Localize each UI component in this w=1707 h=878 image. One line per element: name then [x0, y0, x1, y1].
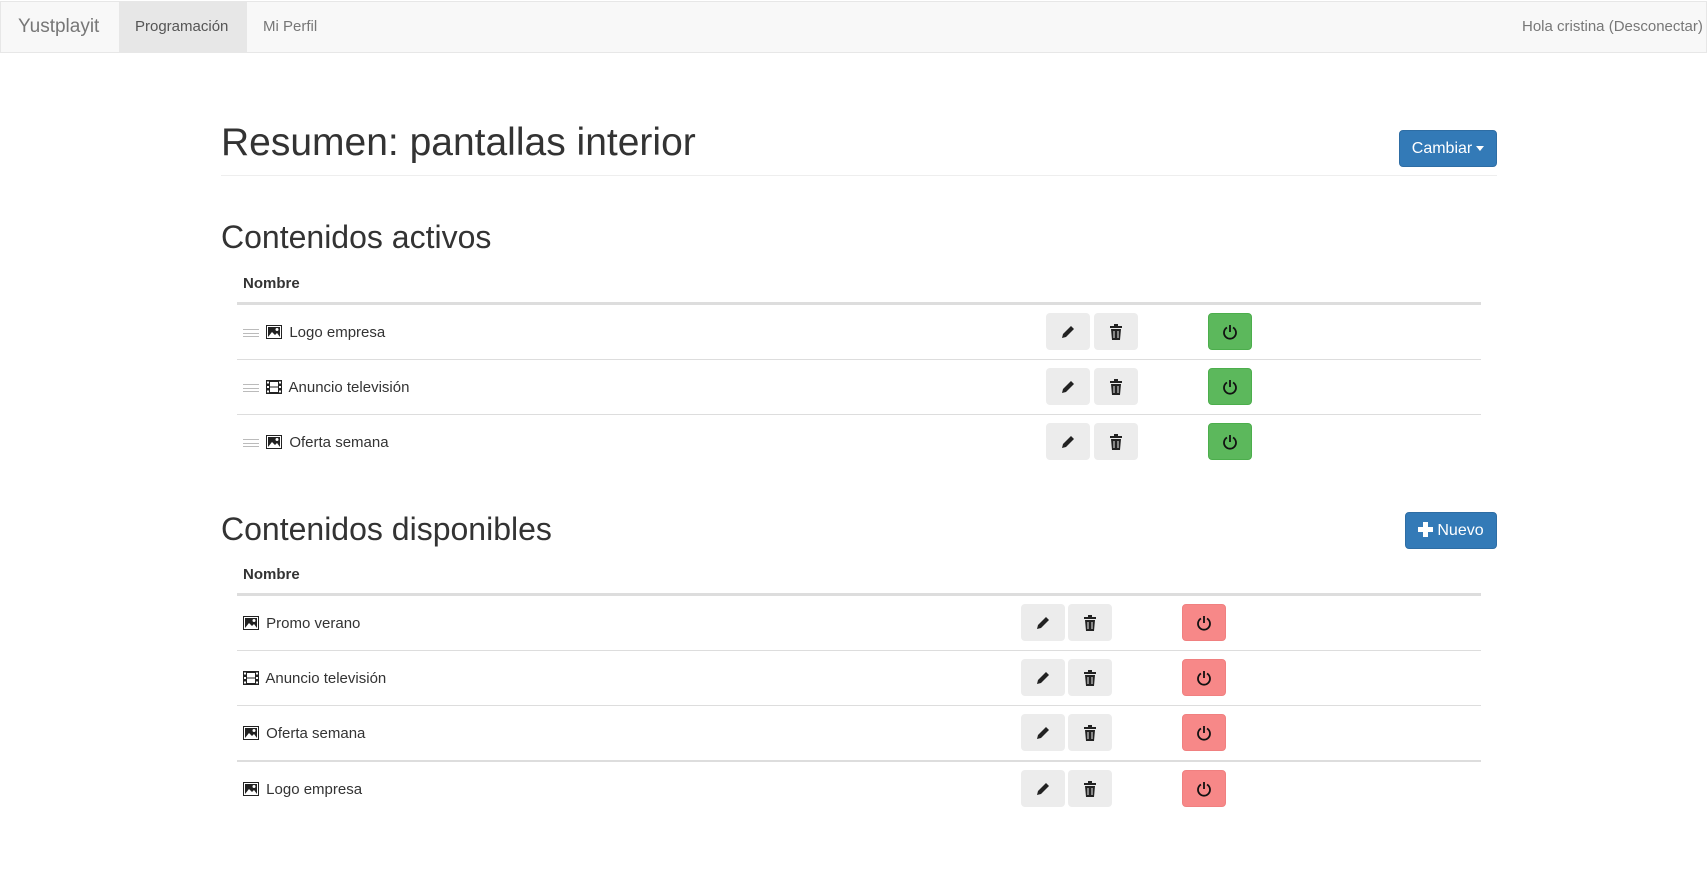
page-title: Resumen: pantallas interior — [221, 121, 696, 164]
toggle-active-button[interactable] — [1208, 313, 1252, 350]
toggle-active-button[interactable] — [1182, 659, 1226, 696]
table-row: Promo verano — [237, 595, 1481, 650]
caret-down-icon — [1476, 146, 1485, 152]
new-content-button[interactable]: Nuevo — [1405, 512, 1497, 549]
delete-button[interactable] — [1068, 714, 1112, 751]
column-header-nombre: Nombre — [237, 555, 1481, 595]
power-icon — [1223, 434, 1237, 450]
edit-button[interactable] — [1046, 368, 1090, 405]
drag-handle-icon[interactable] — [243, 439, 259, 448]
edit-button[interactable] — [1021, 604, 1065, 641]
picture-icon — [243, 782, 259, 796]
table-row: Logo empresa — [237, 760, 1481, 815]
delete-button[interactable] — [1068, 604, 1112, 641]
table-row: Oferta semana — [237, 705, 1481, 760]
picture-icon — [243, 616, 259, 630]
row-name: Logo empresa — [266, 781, 363, 798]
power-icon — [1223, 379, 1237, 395]
picture-icon — [266, 435, 283, 449]
edit-button[interactable] — [1046, 423, 1090, 460]
row-name: Oferta semana — [289, 434, 389, 451]
toggle-active-button[interactable] — [1182, 604, 1226, 641]
nav-programacion[interactable]: Programación — [119, 2, 247, 52]
film-icon — [243, 671, 259, 685]
delete-button[interactable] — [1068, 770, 1112, 807]
edit-button[interactable] — [1021, 770, 1065, 807]
delete-button[interactable] — [1094, 423, 1138, 460]
table-row: Oferta semana — [237, 414, 1481, 469]
cambiar-dropdown-button[interactable]: Cambiar — [1399, 130, 1497, 167]
trash-icon — [1110, 378, 1122, 395]
power-icon — [1197, 615, 1211, 631]
navbar: Yustplayit Programación Mi Perfil Hola c… — [0, 1, 1707, 53]
section-title-active: Contenidos activos — [221, 219, 492, 255]
drag-handle-icon[interactable] — [243, 329, 259, 338]
section-title-available: Contenidos disponibles — [221, 511, 552, 547]
title-divider — [221, 175, 1497, 176]
row-name: Anuncio televisión — [288, 379, 410, 396]
drag-handle-icon[interactable] — [243, 384, 259, 393]
pencil-icon — [1037, 671, 1049, 684]
toggle-active-button[interactable] — [1182, 714, 1226, 751]
power-icon — [1197, 725, 1211, 741]
cambiar-button-label: Cambiar — [1411, 140, 1473, 157]
delete-button[interactable] — [1094, 368, 1138, 405]
toggle-active-button[interactable] — [1182, 770, 1226, 807]
nav-mi-perfil[interactable]: Mi Perfil — [247, 2, 333, 52]
film-icon — [266, 380, 283, 394]
trash-icon — [1084, 614, 1096, 631]
trash-icon — [1084, 724, 1096, 741]
pencil-icon — [1037, 616, 1049, 629]
edit-button[interactable] — [1046, 313, 1090, 350]
row-name: Promo verano — [266, 615, 361, 632]
trash-icon — [1110, 433, 1122, 450]
picture-icon — [266, 325, 283, 339]
plus-icon — [1418, 522, 1434, 537]
available-contents-table: Nombre Promo verano Anuncio televisión O… — [237, 555, 1481, 815]
pencil-icon — [1062, 380, 1074, 393]
row-name: Logo empresa — [289, 324, 386, 341]
trash-icon — [1084, 780, 1096, 797]
picture-icon — [243, 726, 259, 740]
toggle-active-button[interactable] — [1208, 368, 1252, 405]
pencil-icon — [1037, 726, 1049, 739]
edit-button[interactable] — [1021, 659, 1065, 696]
trash-icon — [1110, 323, 1122, 340]
pencil-icon — [1062, 325, 1074, 338]
table-row: Logo empresa — [237, 304, 1481, 359]
delete-button[interactable] — [1094, 313, 1138, 350]
pencil-icon — [1037, 782, 1049, 795]
pencil-icon — [1062, 435, 1074, 448]
delete-button[interactable] — [1068, 659, 1112, 696]
table-row: Anuncio televisión — [237, 650, 1481, 705]
row-name: Anuncio televisión — [265, 670, 387, 687]
edit-button[interactable] — [1021, 714, 1065, 751]
brand-link[interactable]: Yustplayit — [18, 2, 99, 52]
active-contents-table: Nombre Logo empresa Anuncio televisión O… — [237, 264, 1481, 469]
toggle-active-button[interactable] — [1208, 423, 1252, 460]
power-icon — [1197, 781, 1211, 797]
column-header-nombre: Nombre — [237, 264, 1481, 304]
power-icon — [1197, 670, 1211, 686]
user-logout-link[interactable]: Hola cristina (Desconectar) — [1506, 2, 1706, 52]
trash-icon — [1084, 669, 1096, 686]
table-row: Anuncio televisión — [237, 359, 1481, 414]
row-name: Oferta semana — [266, 725, 366, 742]
new-button-label: Nuevo — [1437, 522, 1484, 539]
power-icon — [1223, 324, 1237, 340]
